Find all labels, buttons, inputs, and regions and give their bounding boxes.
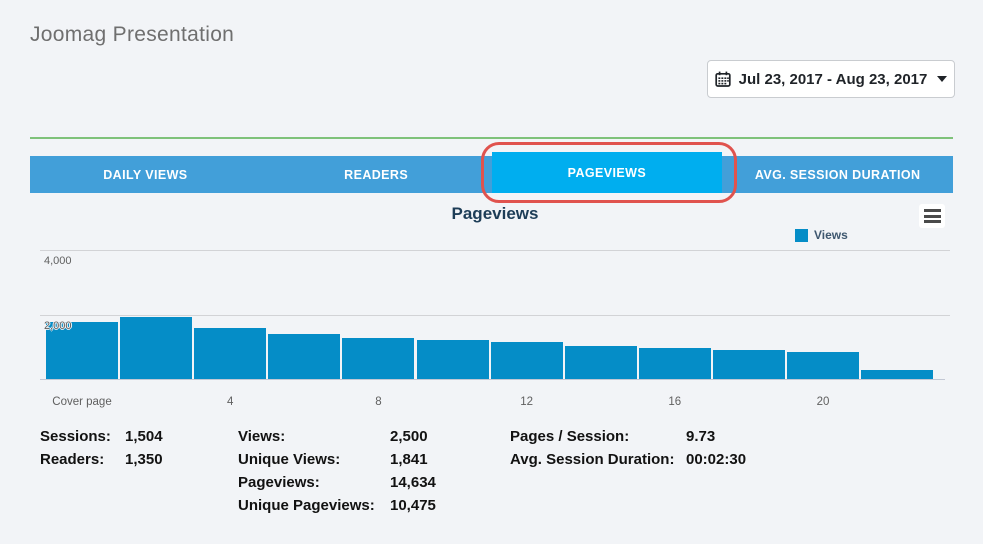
stat-sessions: Sessions: 1,504 [40,425,163,448]
date-range-label: Jul 23, 2017 - Aug 23, 2017 [739,71,928,88]
stat-value: 1,350 [125,451,163,468]
stat-views: Views: 2,500 [238,425,436,448]
y-gridline [40,315,950,316]
chart-bar[interactable] [565,346,637,379]
stat-label: Avg. Session Duration: [510,451,686,468]
stat-label: Pageviews: [238,474,390,491]
chart-bar[interactable] [342,338,414,379]
chart-bar[interactable] [713,350,785,379]
stat-unique-views: Unique Views: 1,841 [238,448,436,471]
chart-bar[interactable] [787,352,859,379]
chart-bar[interactable] [491,342,563,379]
x-axis-tick-label: 12 [520,396,533,408]
x-axis-tick-label: 8 [375,396,381,408]
metric-tab-bar: DAILY VIEWS READERS PAGEVIEWS AVG. SESSI… [30,152,953,193]
stat-pageviews: Pageviews: 14,634 [238,471,436,494]
tab-daily-views[interactable]: DAILY VIEWS [30,156,261,193]
legend-label: Views [814,228,848,242]
analytics-page: Joomag Presentation Jul 23, 2017 - Aug 2… [0,0,983,544]
stat-label: Readers: [40,451,125,468]
x-axis-line [40,379,945,380]
stats-column-views: Views: 2,500 Unique Views: 1,841 Pagevie… [238,425,436,517]
x-axis-tick-label: 16 [668,396,681,408]
stat-readers: Readers: 1,350 [40,448,163,471]
stat-value: 14,634 [390,474,436,491]
stat-pages-per-session: Pages / Session: 9.73 [510,425,746,448]
stat-label: Views: [238,428,390,445]
date-range-button[interactable]: Jul 23, 2017 - Aug 23, 2017 [707,60,955,98]
page-title: Joomag Presentation [30,23,234,47]
y-gridline [40,250,950,251]
chart-bar[interactable] [861,370,933,379]
chart-plot-area: 4,0002,000Cover page48121620 [40,250,950,380]
stat-label: Sessions: [40,428,125,445]
chart-bar[interactable] [120,317,192,379]
chart-bar[interactable] [417,340,489,379]
calendar-icon [715,71,731,87]
legend-item-views[interactable]: Views [795,228,848,242]
chart-title: Pageviews [40,204,950,224]
stat-unique-pageviews: Unique Pageviews: 10,475 [238,494,436,517]
stats-column-session-metrics: Pages / Session: 9.73 Avg. Session Durat… [510,425,746,471]
stat-value: 1,841 [390,451,428,468]
x-axis-tick-label: 20 [817,396,830,408]
chart-bar[interactable] [639,348,711,379]
stat-value: 1,504 [125,428,163,445]
stats-column-sessions: Sessions: 1,504 Readers: 1,350 [40,425,163,471]
stat-value: 9.73 [686,428,715,445]
stat-value: 10,475 [390,497,436,514]
tab-pageviews[interactable]: PAGEVIEWS [492,152,723,193]
stat-value: 2,500 [390,428,428,445]
stat-label: Pages / Session: [510,428,686,445]
chart-bar[interactable] [194,328,266,379]
x-axis-tick-label: 4 [227,396,233,408]
tab-avg-session-duration[interactable]: AVG. SESSION DURATION [722,156,953,193]
chevron-down-icon [937,76,947,82]
legend-swatch-icon [795,229,808,242]
y-axis-tick-label: 2,000 [44,320,72,332]
stat-label: Unique Views: [238,451,390,468]
stat-label: Unique Pageviews: [238,497,390,514]
chart-bar[interactable] [268,334,340,379]
y-axis-tick-label: 4,000 [44,255,72,267]
green-divider-line [30,137,953,139]
stat-value: 00:02:30 [686,451,746,468]
x-axis-tick-label: Cover page [52,396,111,408]
tab-readers[interactable]: READERS [261,156,492,193]
stat-avg-session-duration: Avg. Session Duration: 00:02:30 [510,448,746,471]
chart-export-menu-button[interactable] [919,204,945,228]
hamburger-icon [924,209,941,223]
